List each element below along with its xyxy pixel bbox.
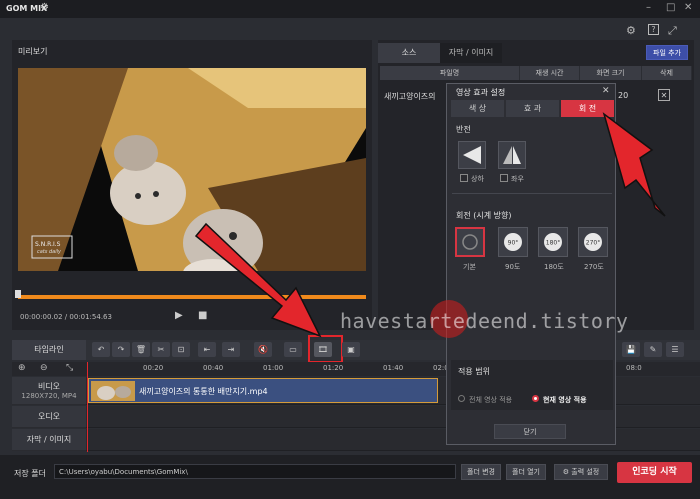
arrow-to-rotate-tab [602, 112, 666, 217]
annotation-arrows [194, 112, 666, 338]
arrow-to-effect-button [194, 222, 322, 338]
